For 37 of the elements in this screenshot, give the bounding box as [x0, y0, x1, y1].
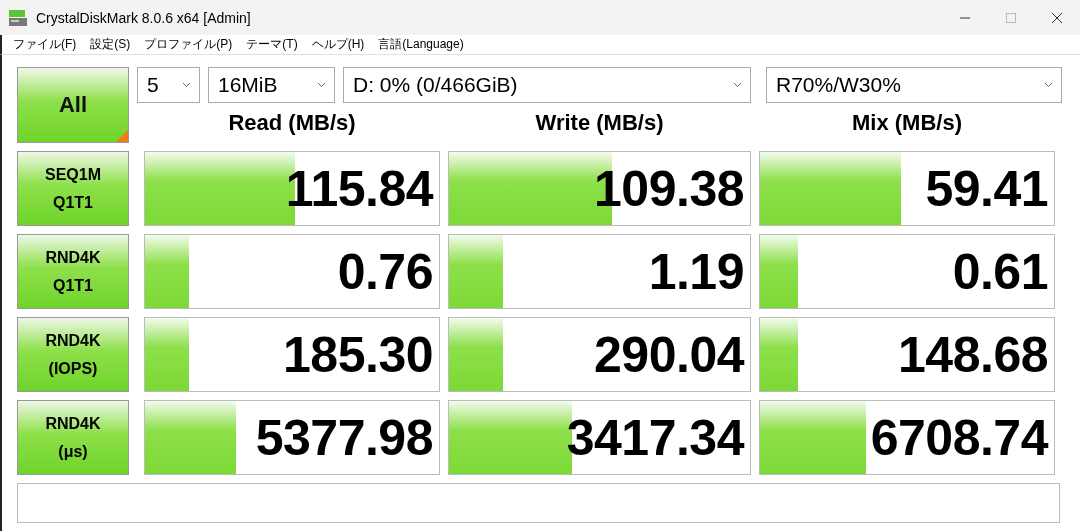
maximize-icon [1005, 11, 1017, 24]
result-value: 5377.98 [255, 408, 433, 468]
close-icon [1051, 11, 1063, 24]
window-title: CrystalDiskMark 8.0.6 x64 [Admin] [36, 9, 252, 26]
menu-item[interactable]: 設定(S) [83, 36, 138, 53]
column-header: Read (MB/s) [227, 109, 357, 137]
dropdown[interactable]: R70%/W30% [766, 67, 1062, 103]
dropdown[interactable]: 16MiB [208, 67, 335, 103]
dropdown[interactable]: D: 0% (0/466GiB) [343, 67, 751, 103]
chevron-icon [1044, 82, 1053, 88]
chevron-icon [317, 82, 326, 88]
menu-item[interactable]: ヘルプ(H) [304, 36, 372, 53]
chevron-icon [733, 82, 742, 88]
column-header: Write (MB/s) [534, 109, 665, 137]
test-button[interactable]: RND4K (IOPS) [17, 317, 129, 392]
all-button[interactable]: All [17, 67, 129, 143]
dropdown[interactable]: 5 [137, 67, 200, 103]
result-value: 0.76 [337, 242, 433, 302]
result-value: 0.61 [952, 242, 1048, 302]
chevron-icon [182, 82, 191, 88]
menu-item[interactable]: プロファイル(P) [137, 36, 240, 53]
comment-field[interactable] [17, 483, 1060, 523]
menu-item[interactable]: テーマ(T) [239, 36, 305, 53]
disk-icon [8, 7, 28, 28]
result-value: 148.68 [898, 325, 1048, 385]
result-value: 185.30 [283, 325, 433, 385]
menu-item[interactable]: ファイル(F) [6, 36, 84, 53]
result-value: 1.19 [648, 242, 744, 302]
column-header: Mix (MB/s) [851, 109, 963, 137]
result-value: 59.41 [925, 159, 1048, 219]
test-button[interactable]: RND4K Q1T1 [17, 234, 129, 309]
test-button[interactable]: SEQ1M Q1T1 [17, 151, 129, 226]
corner-triangle-icon [116, 130, 128, 142]
result-value: 290.04 [594, 325, 744, 385]
menu-item[interactable]: 言語(Language) [371, 36, 471, 53]
result-value: 6708.74 [870, 408, 1048, 468]
test-button[interactable]: RND4K (μs) [17, 400, 129, 475]
